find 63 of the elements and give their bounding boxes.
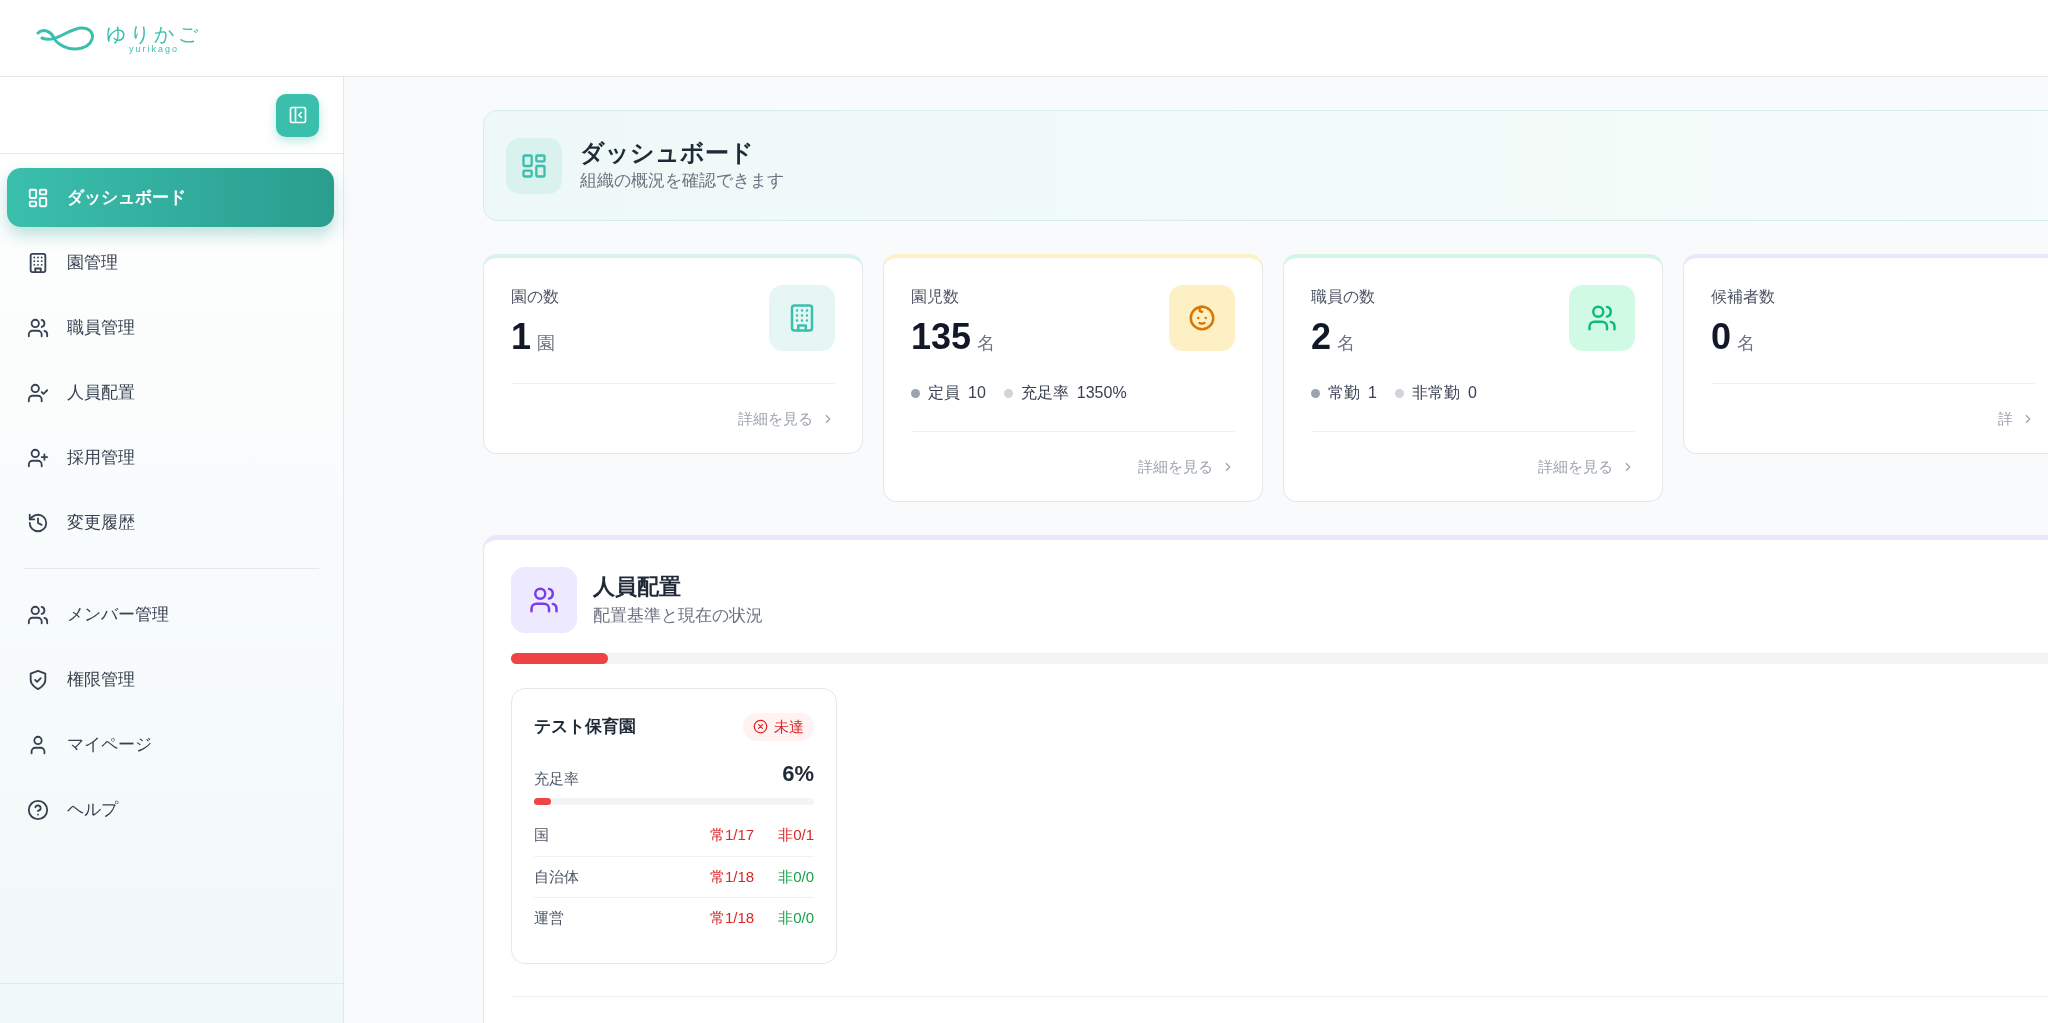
sidebar-collapse-button[interactable] [276, 93, 319, 137]
sidebar-nav-item[interactable]: マイページ [7, 715, 334, 774]
sidebar-nav-item[interactable]: 人員配置 [7, 363, 334, 422]
x-circle-icon [753, 719, 768, 735]
user-check-icon [27, 381, 49, 404]
baby-face-icon [1187, 303, 1217, 333]
users-icon [27, 316, 49, 339]
row-label: 自治体 [534, 866, 579, 887]
stat-value: 0 [1711, 317, 1732, 357]
detail-value: 1350% [1076, 383, 1127, 403]
stat-unit: 名 [977, 332, 996, 355]
section-title: 人員配置 [593, 573, 682, 602]
page-title: ダッシュボード [580, 138, 755, 169]
part-time-count: 非0/0 [778, 908, 814, 928]
part-time-count: 非0/0 [778, 866, 814, 887]
stat-value: 1 [511, 317, 532, 357]
stat-unit: 園 [537, 332, 556, 355]
stat-label: 園の数 [511, 287, 559, 307]
sidebar-nav-item[interactable]: ヘルプ [7, 780, 334, 839]
part-time-count: 非0/1 [778, 825, 814, 845]
help-icon [27, 798, 49, 821]
detail-label: 非常勤 [1411, 383, 1460, 403]
stat-label: 園児数 [911, 287, 960, 307]
stat-value: 2 [1311, 317, 1332, 357]
logo-name: ゆりかご [106, 22, 202, 45]
layout-grid-icon [27, 186, 49, 209]
sidebar-nav-item[interactable]: 職員管理 [7, 298, 334, 357]
rate-value: 6% [782, 760, 814, 788]
stat-unit: 名 [1737, 332, 1756, 355]
row-label: 国 [534, 825, 549, 845]
full-time-count: 常1/18 [709, 866, 755, 887]
detail-value: 0 [1467, 383, 1477, 403]
sidebar-nav-item[interactable]: 権限管理 [7, 650, 334, 709]
detail-label: 充足率 [1020, 383, 1069, 403]
full-time-count: 常1/17 [709, 825, 755, 845]
status-badge: 未達 [743, 712, 814, 741]
facility-name: テスト保育園 [534, 716, 636, 738]
users-icon [1587, 303, 1617, 333]
sidebar-nav-item[interactable]: 変更履歴 [7, 493, 334, 552]
panel-collapse-icon [287, 105, 308, 125]
sidebar-nav-item[interactable]: 採用管理 [7, 428, 334, 487]
detail-label: 常勤 [1328, 383, 1360, 403]
sidebar-nav-item[interactable]: 園管理 [7, 233, 334, 292]
detail-value: 10 [968, 383, 986, 403]
detail-label: 定員 [928, 383, 960, 403]
stat-label: 候補者数 [1711, 287, 1775, 307]
history-icon [27, 511, 49, 534]
full-time-count: 常1/18 [709, 908, 755, 928]
logo-subtitle: yurikago [129, 44, 179, 54]
rate-label: 充足率 [534, 768, 579, 789]
stat-label: 職員の数 [1311, 287, 1375, 307]
building-icon [27, 251, 49, 274]
user-plus-icon [27, 446, 49, 469]
detail-value: 1 [1368, 383, 1377, 403]
row-label: 運営 [534, 908, 564, 928]
users-icon [27, 603, 49, 626]
shield-check-icon [27, 668, 49, 691]
layout-grid-icon [520, 151, 548, 180]
stat-value: 135 [911, 317, 972, 357]
section-subtitle: 配置基準と現在の状況 [593, 605, 763, 628]
page-subtitle: 組織の概況を確認できます [580, 170, 784, 193]
stat-unit: 名 [1337, 332, 1356, 355]
sidebar-nav-item[interactable]: メンバー管理 [7, 585, 334, 644]
